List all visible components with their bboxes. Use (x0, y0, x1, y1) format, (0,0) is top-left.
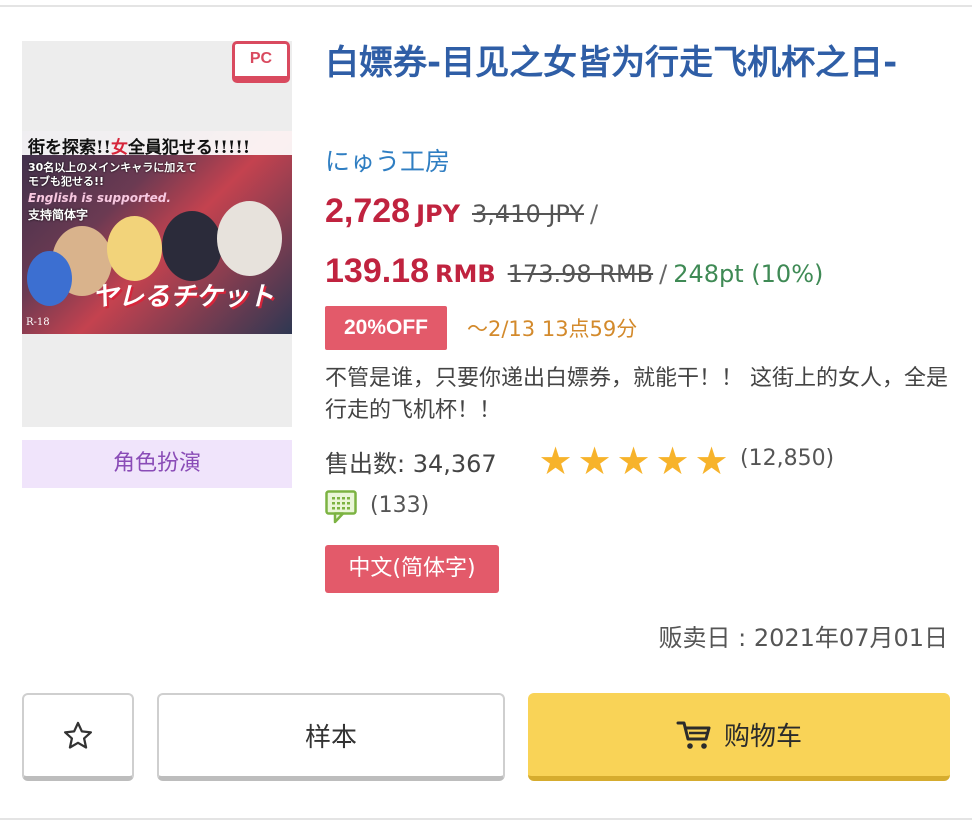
cart-icon (676, 721, 711, 749)
rating-count[interactable]: (12,850) (740, 446, 834, 471)
points-reward: 248pt (10%) (673, 260, 824, 288)
discount-badge: 20%OFF (325, 306, 447, 350)
sample-button[interactable]: 样本 (157, 693, 505, 781)
price-separator: / (590, 200, 599, 228)
star-icon: ★ (538, 439, 573, 483)
star-icon: ★ (577, 439, 612, 483)
price-jpy-original: 3,410 JPY (472, 200, 585, 228)
comment-count[interactable]: (133) (370, 493, 429, 518)
price-jpy-row: 2,728 JPY 3,410 JPY / (325, 192, 598, 231)
comment-icon[interactable] (325, 490, 357, 524)
price-jpy-unit: JPY (416, 200, 460, 228)
maker-link[interactable]: にゅう工房 (325, 142, 450, 178)
pc-platform-badge: PC (232, 41, 290, 83)
cover-figure (107, 216, 162, 281)
star-icon: ★ (655, 439, 690, 483)
product-description: 不管是谁，只要你递出白嫖券，就能干！！ 这街上的女人，全是行走的飞机杯！！ (325, 366, 948, 423)
add-to-cart-button[interactable]: 购物车 (528, 693, 950, 781)
cover-text: 支持简体字 (28, 208, 89, 222)
genre-tag[interactable]: 角色扮演 (22, 440, 292, 488)
cover-rating-mark: R-18 (26, 317, 50, 328)
rating-stars[interactable]: ★ ★ ★ ★ ★ (536, 441, 731, 481)
product-title[interactable]: 白嫖券-目见之女皆为行走飞机杯之日- (325, 40, 940, 86)
product-cover-image[interactable]: 街を探索!!女全員犯せる!!!!! 30名以上のメインキャラに加えて モブも犯せ… (22, 131, 292, 334)
cover-headline: 街を探索!!女全員犯せる!!!!! (28, 138, 251, 158)
price-rmb-original: 173.98 RMB (507, 260, 654, 288)
language-tag[interactable]: 中文(简体字) (325, 545, 499, 593)
price-separator: / (659, 260, 668, 288)
star-icon: ★ (616, 439, 651, 483)
price-rmb-unit: RMB (435, 260, 496, 288)
price-rmb: 139.18 (325, 252, 429, 290)
top-divider (0, 5, 972, 7)
cover-text: モブも犯せる!! (28, 175, 105, 188)
sample-button-label: 样本 (304, 723, 357, 753)
cart-button-label: 购物车 (723, 722, 802, 752)
cover-figure (217, 201, 282, 276)
cover-figure (27, 251, 72, 306)
cover-logo: ヤレるチケット (92, 282, 275, 312)
bottom-divider (0, 818, 972, 820)
star-icon: ★ (694, 439, 729, 483)
cover-text: English is supported. (28, 191, 171, 205)
release-date: 贩卖日 : 2021年07月01日 (658, 624, 949, 652)
price-rmb-row: 139.18 RMB 173.98 RMB/248pt (10%) (325, 252, 823, 291)
price-jpy: 2,728 (325, 192, 411, 230)
favorite-button[interactable] (22, 693, 134, 781)
sales-count: 售出数: 34,367 (325, 450, 497, 478)
discount-deadline: ～2/13 13点59分 (467, 317, 638, 341)
cover-figure (162, 211, 222, 281)
star-outline-icon (63, 721, 93, 749)
